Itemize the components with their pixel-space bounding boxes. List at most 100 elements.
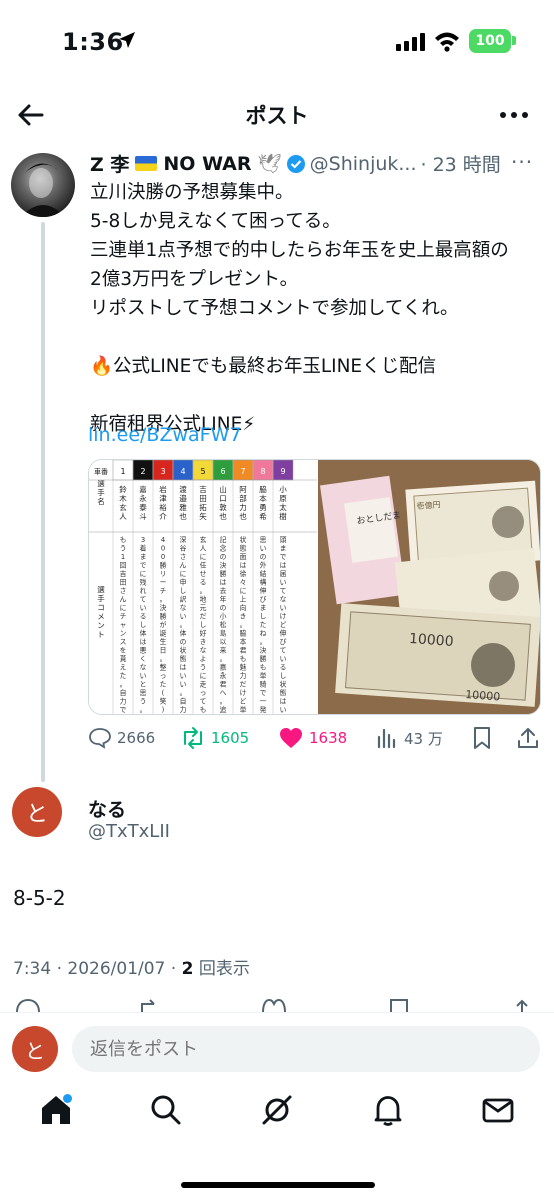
rider-comment-char: に bbox=[180, 570, 187, 578]
author-name-row[interactable]: Z 李 NO WAR 🕊 @Shinjuk... · 23 時間 bbox=[90, 150, 501, 177]
rider-comment-char: 貰 bbox=[120, 654, 127, 663]
rider-name-char: 泰 bbox=[139, 502, 147, 512]
rider-name-char: 吉 bbox=[199, 485, 207, 494]
rider-comment-char: 体 bbox=[180, 629, 187, 638]
tweet-menu-icon[interactable]: ··· bbox=[511, 150, 533, 174]
rider-comment-char: び bbox=[280, 638, 287, 646]
race-card-image[interactable]: 車番選手名選手コメント1鈴木玄人もう1回吉田さんにチャンスを貰えた。自力で2嘉永… bbox=[89, 460, 317, 715]
car-number: 6 bbox=[220, 467, 225, 476]
rider-comment-char: っ bbox=[160, 672, 167, 680]
rider-comment-char: 態 bbox=[280, 688, 287, 697]
reply-display-name[interactable]: なる bbox=[88, 795, 126, 822]
bookmark-action-partial-icon[interactable] bbox=[388, 998, 410, 1012]
rider-comment-char: 去 bbox=[220, 586, 227, 595]
my-avatar[interactable]: と bbox=[12, 1026, 58, 1072]
rider-comment-char: は bbox=[240, 562, 247, 570]
rider-comment-char: 上 bbox=[240, 595, 247, 604]
rider-comment-char: 単 bbox=[260, 671, 267, 680]
tweet-link[interactable]: lin.ee/BZwaFW7 bbox=[88, 424, 241, 446]
rider-name-char: 小 bbox=[279, 485, 287, 494]
rider-comment-char: 。 bbox=[160, 596, 167, 604]
rider-comment-char: チ bbox=[160, 587, 167, 595]
bookmark-icon[interactable] bbox=[472, 726, 492, 750]
rider-comment-char: 勝 bbox=[260, 654, 267, 663]
rider-comment-char: 0 bbox=[161, 553, 165, 561]
rider-comment-char: る bbox=[280, 664, 287, 672]
rider-comment-char: 魅 bbox=[240, 663, 247, 672]
author-avatar[interactable] bbox=[11, 153, 75, 217]
rider-comment-char: 以 bbox=[220, 638, 227, 646]
more-options-icon[interactable] bbox=[496, 100, 532, 130]
rider-comment-char: 外 bbox=[260, 561, 267, 570]
reply-meta: 7:34 · 2026/01/07 · 2 回表示 bbox=[13, 954, 250, 979]
share-action-partial-icon[interactable] bbox=[510, 998, 534, 1012]
search-icon[interactable] bbox=[148, 1092, 184, 1128]
rider-comment-char: た bbox=[260, 621, 267, 629]
repost-action-partial-icon[interactable] bbox=[136, 998, 164, 1012]
grok-icon[interactable] bbox=[259, 1092, 295, 1128]
rider-comment-char: 任 bbox=[200, 561, 207, 570]
rider-comment-char: ど bbox=[240, 698, 247, 706]
rider-comment-char: に bbox=[120, 604, 127, 612]
rider-comment-char: 騎 bbox=[260, 680, 267, 689]
views-action[interactable]: 43 万 bbox=[375, 726, 443, 750]
rider-comment-char: に bbox=[200, 553, 207, 561]
rider-comment-char: て bbox=[200, 698, 207, 706]
rider-name-char: 部 bbox=[239, 493, 247, 503]
rider-comment-char: チ bbox=[120, 613, 127, 621]
rider-comment-char: き bbox=[240, 613, 247, 621]
rider-comment-char: い bbox=[280, 604, 287, 612]
rider-name-char: 嘉 bbox=[139, 484, 147, 494]
rider-comment-char: い bbox=[280, 655, 287, 663]
rider-comment-char: 谷 bbox=[180, 544, 187, 553]
notifications-bell-icon[interactable] bbox=[370, 1092, 406, 1128]
like-action-partial-icon[interactable] bbox=[260, 998, 288, 1012]
cellular-signal-icon bbox=[396, 33, 425, 51]
reply-action[interactable]: 2666 bbox=[88, 726, 155, 750]
reply-avatar[interactable]: と bbox=[12, 787, 62, 837]
rider-comment-char: 走 bbox=[200, 681, 207, 689]
race-table-row-label-char: コ bbox=[97, 603, 105, 612]
reply-handle[interactable]: @TxTxLII bbox=[88, 821, 170, 842]
rider-comment-char: 人 bbox=[200, 545, 207, 553]
tweet-media[interactable]: 車番選手名選手コメント 1 鈴木玄人もう 1 回吉田さんにチャンスを貰えた。自力で 2 嘉永… bbox=[88, 459, 541, 715]
rider-comment-char: 自 bbox=[180, 697, 187, 706]
rider-comment-char: 地 bbox=[200, 595, 207, 604]
verified-badge-icon bbox=[286, 154, 305, 173]
rider-name-char: 也 bbox=[179, 511, 187, 521]
rider-name-char: 永 bbox=[139, 493, 147, 503]
rider-comment-char: い bbox=[260, 545, 267, 553]
rider-name-char: 岩 bbox=[159, 484, 167, 494]
repost-action[interactable]: 1605 bbox=[180, 726, 249, 750]
rider-comment-char: へ bbox=[220, 689, 227, 697]
rider-comment-char: 年 bbox=[220, 595, 227, 604]
rider-comment-char: 。 bbox=[120, 681, 127, 689]
rider-comment-char: 々 bbox=[240, 579, 247, 587]
repost-icon bbox=[184, 727, 202, 749]
rider-comment-char: 届 bbox=[280, 570, 287, 578]
money-photo-image[interactable]: おとしだま 壱億円 10000 10000 bbox=[318, 460, 541, 715]
rider-name-char: 拓 bbox=[199, 502, 207, 512]
share-icon[interactable] bbox=[516, 726, 540, 750]
rider-comment-char: よ bbox=[200, 655, 207, 663]
rider-comment-char: 思 bbox=[140, 689, 147, 697]
rider-comment-char: 田 bbox=[120, 579, 127, 587]
rider-comment-char: 脇 bbox=[240, 630, 247, 638]
rider-comment-char: た bbox=[120, 672, 127, 680]
location-arrow-icon bbox=[119, 32, 135, 48]
rider-comment-char: 伸 bbox=[280, 629, 287, 638]
rider-comment-char: し bbox=[140, 621, 147, 629]
car-number: 7 bbox=[240, 467, 245, 476]
reply-action-partial-icon[interactable] bbox=[14, 998, 42, 1012]
rider-name-char: 脇 bbox=[259, 485, 267, 494]
reply-compose-input[interactable] bbox=[72, 1026, 540, 1072]
messages-mail-icon[interactable] bbox=[480, 1092, 516, 1128]
rider-comment-char: 永 bbox=[220, 671, 227, 680]
rider-name-char: 也 bbox=[239, 511, 247, 521]
rider-comment-char: い bbox=[180, 613, 187, 621]
rider-comment-char: 構 bbox=[260, 578, 267, 587]
rider-comment-char: い bbox=[280, 579, 287, 587]
like-action[interactable]: 1638 bbox=[278, 726, 347, 750]
rider-comment-char: は bbox=[220, 579, 227, 587]
race-table-row-label-char: ン bbox=[97, 621, 105, 630]
